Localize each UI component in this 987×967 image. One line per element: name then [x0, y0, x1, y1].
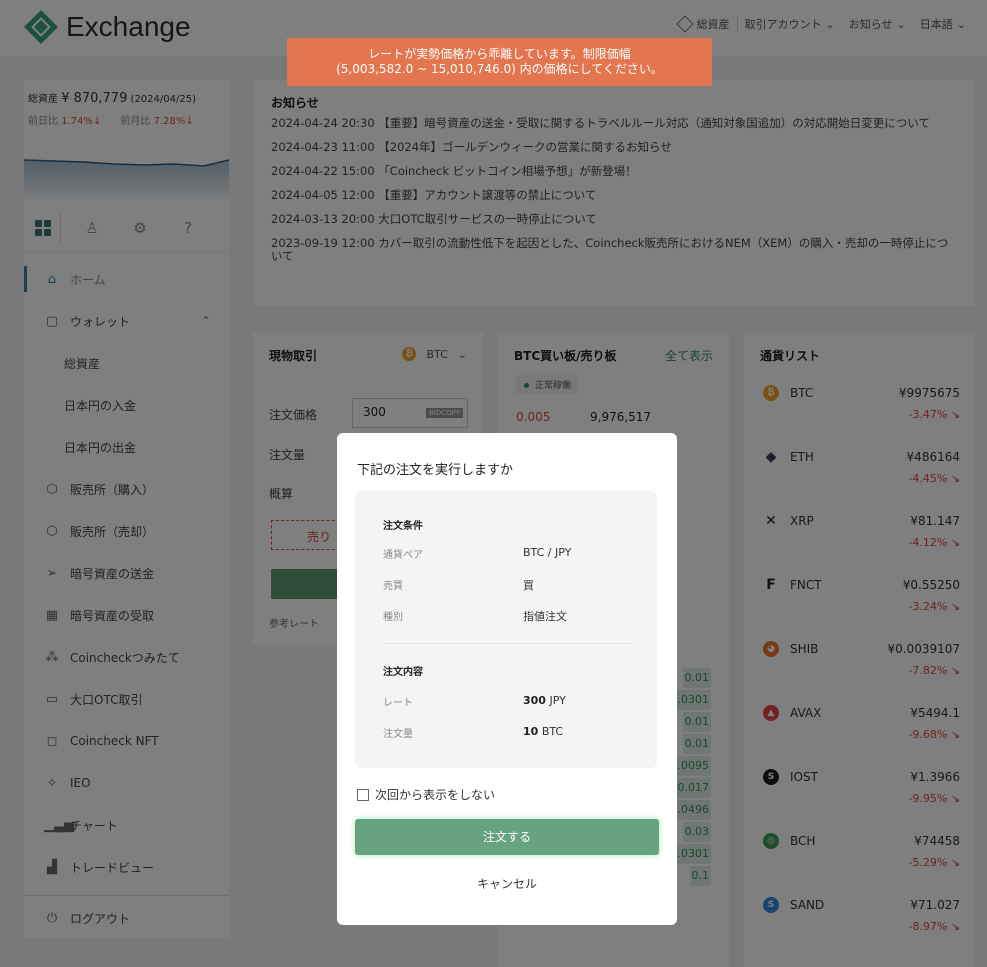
cancel-button[interactable]: キャンセル — [337, 875, 677, 892]
quantity-number: 10 — [523, 725, 539, 738]
side-value: 買 — [523, 579, 534, 592]
place-order-button[interactable]: 注文する — [355, 819, 659, 855]
rate-unit: JPY — [549, 694, 566, 707]
order-details-box: 注文条件 通貨ペア BTC / JPY 売買 買 種別 指値注文 注文内容 レー… — [355, 491, 657, 768]
order-confirm-dialog: 下記の注文を実行しますか 注文条件 通貨ペア BTC / JPY 売買 買 種別… — [337, 433, 677, 925]
quantity-value: 10 BTC — [523, 725, 563, 738]
rate-number: 300 — [523, 694, 546, 707]
dont-show-again-checkbox[interactable]: 次回から表示をしない — [357, 786, 495, 803]
error-toast: レートが実勢価格から乖離しています。制限価幅 (5,003,582.0 ~ 15… — [287, 38, 712, 86]
side-label: 売買 — [383, 581, 403, 592]
rate-label: レート — [383, 698, 413, 709]
conditions-heading: 注文条件 — [383, 521, 423, 532]
pair-value: BTC / JPY — [523, 546, 572, 559]
details-divider — [383, 643, 631, 644]
checkbox-box[interactable] — [357, 788, 369, 801]
pair-label: 通貨ペア — [383, 550, 423, 561]
rate-value: 300 JPY — [523, 694, 566, 707]
checkbox-label: 次回から表示をしない — [375, 788, 496, 802]
quantity-unit: BTC — [541, 725, 564, 738]
quantity-label: 注文量 — [383, 729, 413, 740]
content-heading: 注文内容 — [383, 667, 423, 678]
type-label: 種別 — [383, 612, 403, 623]
dialog-title: 下記の注文を実行しますか — [357, 463, 514, 478]
type-value: 指値注文 — [523, 610, 567, 623]
toast-line-1: レートが実勢価格から乖離しています。制限価幅 — [368, 47, 631, 61]
toast-line-2: (5,003,582.0 ~ 15,010,746.0) 内の価格にしてください… — [336, 62, 663, 76]
